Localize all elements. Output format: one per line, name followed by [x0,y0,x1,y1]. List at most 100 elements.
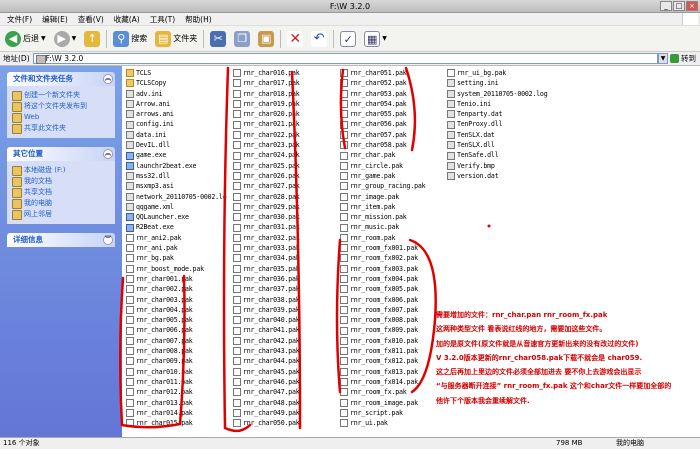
search-button[interactable]: ⚲ 搜索 [111,30,149,47]
folders-button[interactable]: ▤ 文件夹 [153,30,199,47]
file-item[interactable]: rnr_char053.pak [340,89,425,99]
file-item[interactable]: rnr_char054.pak [340,99,425,109]
file-item[interactable]: Verify.bmp [447,161,547,171]
go-button[interactable]: 转到 [668,53,700,64]
maximize-button[interactable]: □ [673,1,685,11]
views-button[interactable]: ▦ ▼ [362,30,389,47]
properties-button[interactable]: ✓ [338,30,358,47]
file-item[interactable]: rnr_room_fx011.pak [340,346,425,356]
address-dropdown-button[interactable]: ▼ [658,53,668,64]
file-item[interactable]: TenProxy.dll [447,119,547,129]
menu-help[interactable]: 帮助(H) [180,13,217,25]
file-item[interactable]: rnr_char002.pak [126,284,226,294]
file-item[interactable]: mss32.dll [126,171,226,181]
file-item[interactable]: TenSLX.dll [447,140,547,150]
file-item[interactable]: rnr_char027.pak [233,181,300,191]
task-new-folder[interactable]: 创建一个新文件夹 [12,90,110,101]
file-item[interactable]: rnr_room_fx006.pak [340,295,425,305]
file-item[interactable]: rnr_char055.pak [340,109,425,119]
file-item[interactable]: rnr_char007.pak [126,336,226,346]
panel-header[interactable]: 文件和文件夹任务 ︽ [7,72,115,86]
file-item[interactable]: rnr_char052.pak [340,78,425,88]
file-item[interactable]: rnr_char012.pak [126,387,226,397]
file-item[interactable]: rnr_char035.pak [233,264,300,274]
file-item[interactable]: rnr_char018.pak [233,89,300,99]
file-item[interactable]: rnr_char036.pak [233,274,300,284]
file-item[interactable]: QQLauncher.exe [126,212,226,222]
task-publish-web[interactable]: 将这个文件夹发布到 [12,101,110,112]
file-item[interactable]: system_20110705-0002.log [447,89,548,99]
file-item[interactable]: rnr_char046.pak [233,377,300,387]
menu-edit[interactable]: 编辑(E) [37,13,73,25]
file-item[interactable]: rnr_char011.pak [126,377,226,387]
file-item[interactable]: rnr_room_fx012.pak [340,356,425,366]
place-my-documents[interactable]: 我的文档 [12,176,110,187]
file-item[interactable]: rnr_char009.pak [126,356,226,366]
copy-button[interactable]: ❐ [232,30,252,47]
file-item[interactable]: rnr_room_fx004.pak [340,274,425,284]
menu-file[interactable]: 文件(F) [2,13,37,25]
file-item[interactable]: rnr_char021.pak [233,119,300,129]
file-item[interactable]: DevIL.dll [126,140,226,150]
file-item[interactable]: game.exe [126,150,226,160]
place-local-disk[interactable]: 本地磁盘 (F:) [12,165,110,176]
file-item[interactable]: rnr_char006.pak [126,325,226,335]
file-item[interactable]: rnr_char022.pak [233,130,300,140]
file-item[interactable]: rnr_room_fx.pak [340,387,425,397]
file-item[interactable]: rnr_char042.pak [233,336,300,346]
file-item[interactable]: msxmp3.asi [126,181,226,191]
file-item[interactable]: rnr_char026.pak [233,171,300,181]
file-item[interactable]: rnr_game.pak [340,171,425,181]
file-item[interactable]: rnr_char010.pak [126,367,226,377]
cut-button[interactable]: ✂ [208,30,228,47]
file-item[interactable]: rnr_char029.pak [233,202,300,212]
file-item[interactable]: rnr_char030.pak [233,212,300,222]
file-item[interactable]: rnr_char034.pak [233,253,300,263]
file-item[interactable]: rnr_char008.pak [126,346,226,356]
file-item[interactable]: rnr_room_image.pak [340,398,425,408]
file-item[interactable]: rnr_group_racing.pak [340,181,426,191]
file-item[interactable]: TCLS [126,68,226,78]
file-item[interactable]: rnr_char058.pak [340,140,425,150]
expand-icon[interactable]: ︾ [103,235,113,245]
file-item[interactable]: rnr_boost_mode.pak [126,264,226,274]
file-item[interactable]: R2Beat.exe [126,222,226,232]
file-item[interactable]: data.ini [126,130,226,140]
file-item[interactable]: rnr_char057.pak [340,130,425,140]
place-shared-documents[interactable]: 共享文档 [12,187,110,198]
file-item[interactable]: Tenio.ini [447,99,547,109]
panel-header[interactable]: 详细信息 ︾ [7,233,115,247]
file-item[interactable]: rnr_room_fx008.pak [340,315,425,325]
file-item[interactable]: rnr_char038.pak [233,295,300,305]
file-item[interactable]: rnr_char016.pak [233,68,300,78]
file-item[interactable]: rnr_char045.pak [233,367,300,377]
file-item[interactable]: version.dat [447,171,547,181]
task-share-folder[interactable]: 共享此文件夹 [12,123,110,134]
file-item[interactable]: rnr_char043.pak [233,346,300,356]
file-item[interactable]: TCLSCopy [126,78,226,88]
file-item[interactable]: rnr_char015.pak [126,418,226,428]
file-item[interactable]: rnr_char033.pak [233,243,300,253]
file-item[interactable]: rnr_room_fx005.pak [340,284,425,294]
file-item[interactable]: rnr_char001.pak [126,274,226,284]
file-item[interactable]: rnr_mission.pak [340,212,425,222]
forward-button[interactable]: ▶ ▼ [52,30,79,47]
file-item[interactable]: rnr_image.pak [340,192,425,202]
place-network[interactable]: 网上邻居 [12,209,110,220]
file-item[interactable]: rnr_char004.pak [126,305,226,315]
menu-view[interactable]: 查看(V) [73,13,109,25]
file-item[interactable]: rnr_char014.pak [126,408,226,418]
file-item[interactable]: rnr_room_fx014.pak [340,377,425,387]
file-item[interactable]: rnr_ani2.pak [126,233,226,243]
file-item[interactable]: TenSafe.dll [447,150,547,160]
file-item[interactable]: rnr_room.pak [340,233,425,243]
delete-button[interactable]: ✕ [285,30,305,47]
menu-favorites[interactable]: 收藏(A) [109,13,145,25]
file-item[interactable]: TenSLX.dat [447,130,547,140]
file-item[interactable]: Tenparty.dat [447,109,547,119]
task-publish-web-cont[interactable]: Web [12,112,110,123]
file-item[interactable]: rnr_room_fx010.pak [340,336,425,346]
file-item[interactable]: rnr_char049.pak [233,408,300,418]
file-item[interactable]: rnr_char044.pak [233,356,300,366]
file-item[interactable]: rnr_circle.pak [340,161,425,171]
